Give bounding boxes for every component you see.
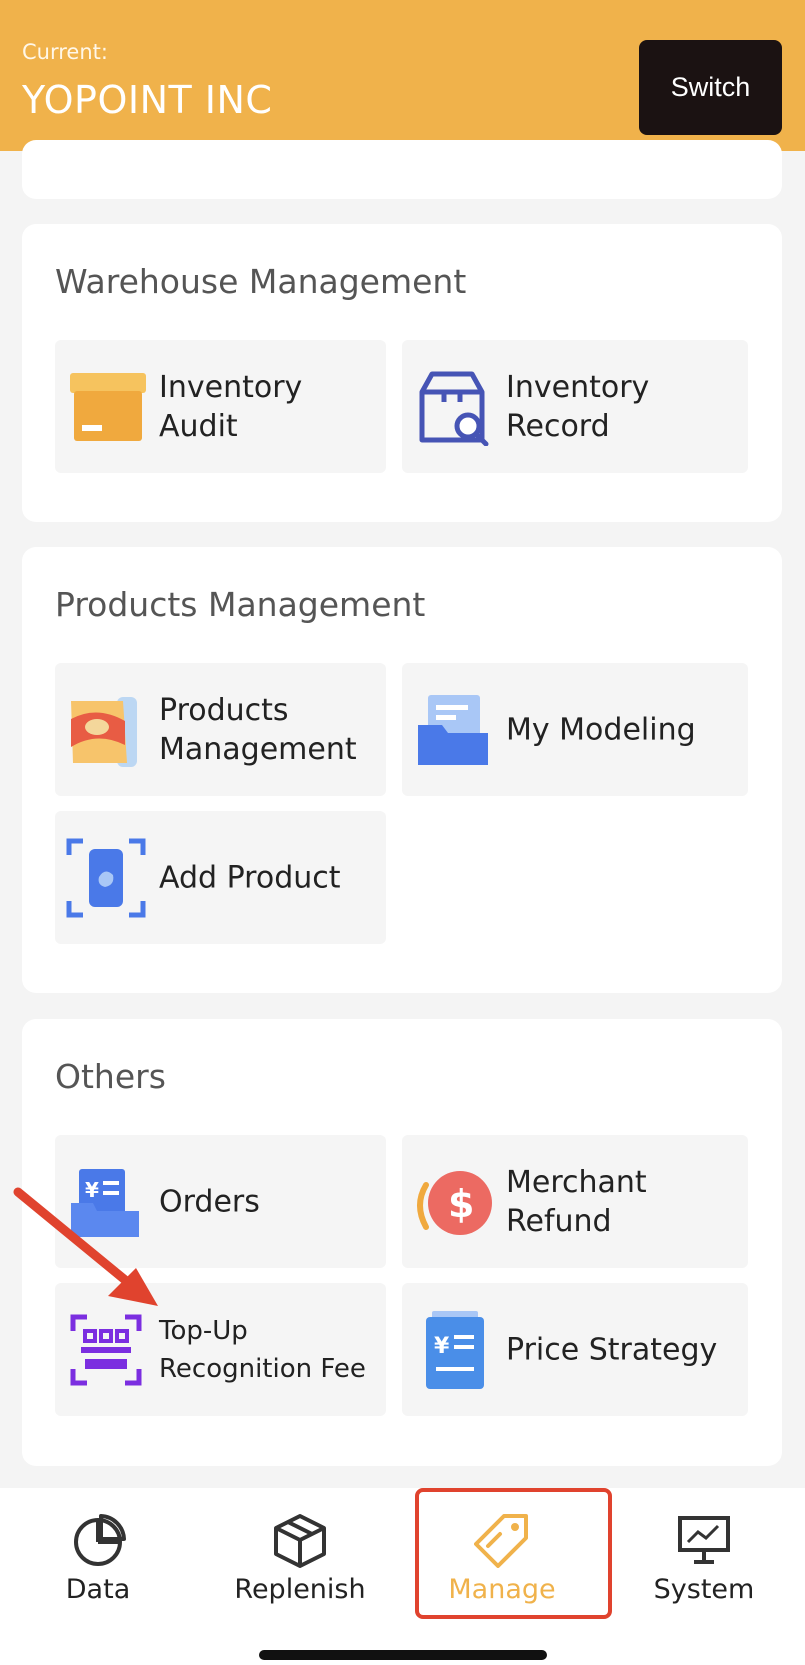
tile-label: Price Strategy: [506, 1332, 718, 1367]
bottom-tab-bar: Data Replenish Manage System: [0, 1488, 805, 1665]
current-label: Current:: [22, 40, 108, 64]
tile-label: Add Product: [159, 860, 341, 895]
section-title: Products Management: [55, 585, 426, 624]
tile-label: Products Management: [159, 692, 357, 767]
tile-label: Inventory Record: [506, 369, 650, 444]
scan-can-icon: [65, 837, 147, 919]
tile-label: Top-Up Recognition Fee: [159, 1315, 366, 1384]
price-strategy-tile[interactable]: ¥ Price Strategy: [402, 1283, 748, 1416]
tab-label: Replenish: [234, 1574, 366, 1605]
tile-label: Merchant Refund: [506, 1164, 647, 1239]
pie-chart-icon: [74, 1514, 126, 1566]
svg-text:¥: ¥: [434, 1334, 450, 1359]
price-list-icon: ¥: [412, 1309, 494, 1391]
tile-label: Inventory Audit: [159, 369, 303, 444]
warehouse-section: Warehouse Management Inventory Audit Inv…: [22, 224, 782, 522]
tab-label: System: [653, 1574, 755, 1605]
tile-label: My Modeling: [506, 712, 696, 747]
home-indicator: [259, 1650, 547, 1660]
tab-label: Data: [65, 1574, 131, 1605]
annotation-highlight-box: [415, 1488, 612, 1619]
tab-replenish[interactable]: Replenish: [205, 1488, 395, 1618]
products-section: Products Management Products Management …: [22, 547, 782, 993]
refund-dollar-icon: $: [412, 1161, 494, 1243]
previous-section-card: [22, 140, 782, 199]
header-bar: Current: YOPOINT INC Switch: [0, 0, 805, 151]
section-title: Others: [55, 1057, 166, 1096]
switch-button[interactable]: Switch: [639, 40, 782, 135]
tab-system[interactable]: System: [609, 1488, 799, 1618]
folder-icon: [412, 689, 494, 771]
add-product-tile[interactable]: Add Product: [55, 811, 386, 944]
box-search-icon: [412, 366, 494, 448]
tab-data[interactable]: Data: [3, 1488, 193, 1618]
annotation-arrow: [13, 1187, 158, 1306]
inventory-record-tile[interactable]: Inventory Record: [402, 340, 748, 473]
box-icon: [65, 366, 147, 448]
current-merchant-name: YOPOINT INC: [22, 78, 273, 122]
scan-code-icon: [65, 1309, 147, 1391]
products-management-tile[interactable]: Products Management: [55, 663, 386, 796]
my-modeling-tile[interactable]: My Modeling: [402, 663, 748, 796]
package-icon: [274, 1514, 326, 1568]
inventory-audit-tile[interactable]: Inventory Audit: [55, 340, 386, 473]
presentation-icon: [678, 1516, 730, 1564]
snacks-icon: [65, 689, 147, 771]
section-title: Warehouse Management: [55, 262, 467, 301]
merchant-refund-tile[interactable]: $ Merchant Refund: [402, 1135, 748, 1268]
svg-text:$: $: [448, 1182, 474, 1226]
tile-label: Orders: [159, 1184, 260, 1219]
